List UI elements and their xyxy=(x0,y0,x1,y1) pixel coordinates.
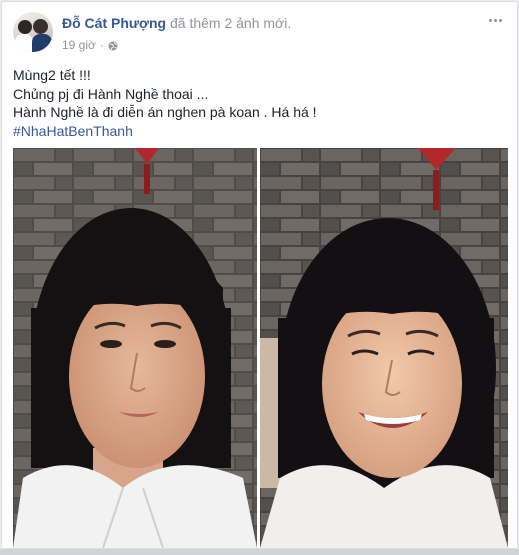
photo-1[interactable] xyxy=(13,148,257,548)
post-action-text: đã thêm 2 ảnh mới. xyxy=(169,15,292,31)
hashtag-link[interactable]: #NhaHatBenThanh xyxy=(13,122,503,141)
post-header: Đỗ Cát Phượng đã thêm 2 ảnh mới. xyxy=(62,15,291,31)
photo-2[interactable] xyxy=(260,148,508,548)
post-timestamp[interactable]: 19 giờ xyxy=(62,38,96,52)
post-line: Chủng pj đi Hành Nghề thoai ... xyxy=(13,85,209,102)
author-name-link[interactable]: Đỗ Cát Phượng xyxy=(62,15,166,31)
post-line: Mùng2 tết !!! xyxy=(13,67,91,83)
more-options-icon[interactable] xyxy=(485,12,505,28)
meta-separator: · xyxy=(99,38,104,52)
post-meta: 19 giờ · xyxy=(62,38,118,52)
globe-icon[interactable] xyxy=(108,40,118,51)
page-bottom-edge xyxy=(0,549,519,555)
post-line: Hành Nghề là đi diễn án nghen pà koan . … xyxy=(13,104,317,120)
post-text: Mùng2 tết !!! Chủng pj đi Hành Nghề thoa… xyxy=(13,66,503,140)
author-avatar[interactable] xyxy=(13,12,53,52)
post-card: Đỗ Cát Phượng đã thêm 2 ảnh mới. 19 giờ … xyxy=(1,1,518,549)
